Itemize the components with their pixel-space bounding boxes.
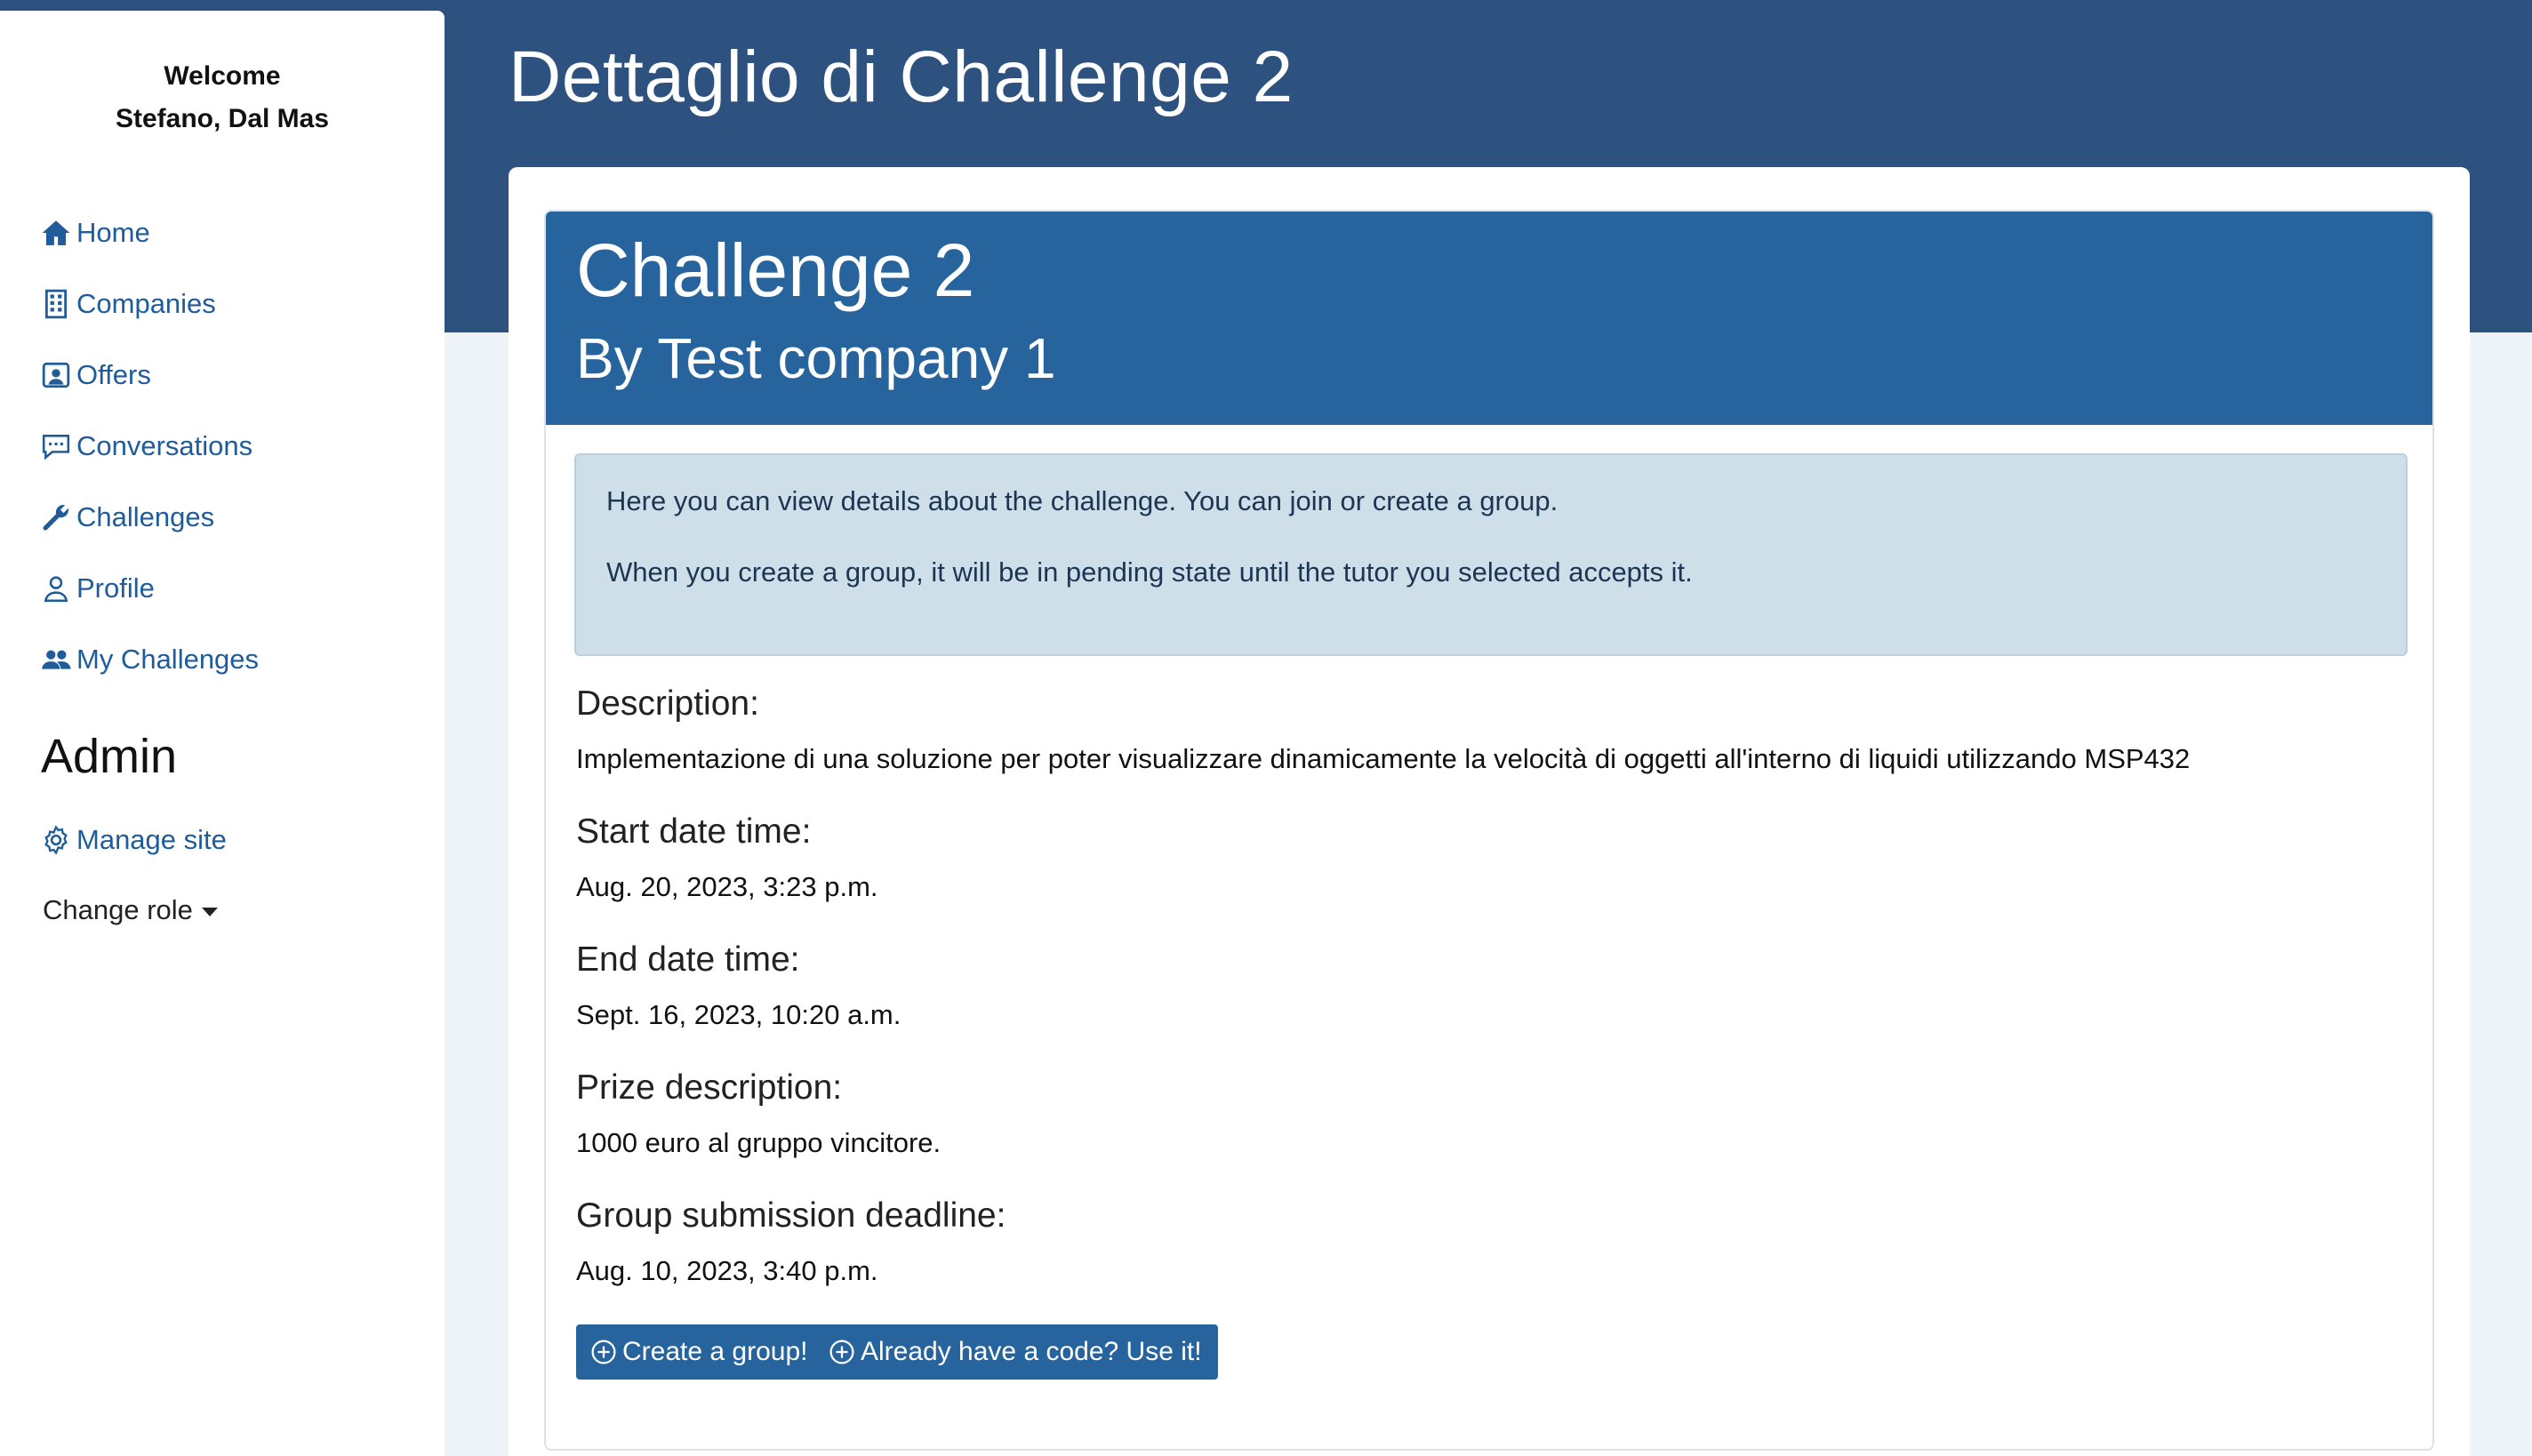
change-role-label: Change role [43, 894, 193, 925]
challenge-company: By Test company 1 [576, 326, 1056, 390]
create-group-label: Create a group! [622, 1337, 808, 1366]
sidebar-item-label: Home [76, 217, 150, 248]
info-text-1: Here you can view details about the chal… [606, 485, 1558, 516]
sidebar-item-label: Challenges [76, 501, 215, 532]
deadline-label: Group submission deadline: [576, 1196, 1006, 1235]
challenge-card: Challenge 2 By Test company 1 Here you c… [544, 210, 2434, 1451]
info-alert: Here you can view details about the chal… [574, 453, 2408, 656]
description-value: Implementazione di una soluzione per pot… [576, 743, 2191, 774]
start-date-label: Start date time: [576, 812, 812, 851]
start-date-value: Aug. 20, 2023, 3:23 p.m. [576, 871, 878, 902]
sidebar-item-label: My Challenges [76, 644, 260, 675]
info-text-2: When you create a group, it will be in p… [606, 556, 1693, 588]
challenge-card-header: Challenge 2 By Test company 1 [546, 212, 2432, 425]
sidebar-item-home[interactable]: Home [41, 197, 259, 268]
sidebar-item-label: Profile [76, 572, 155, 604]
welcome-message: Welcome Stefano, Dal Mas [0, 55, 445, 140]
building-icon [44, 289, 68, 319]
caret-down-icon [201, 908, 218, 916]
page-title: Dettaglio di Challenge 2 [509, 36, 1294, 117]
chat-icon [42, 435, 70, 460]
end-date-value: Sept. 16, 2023, 10:20 a.m. [576, 999, 901, 1030]
deadline-value: Aug. 10, 2023, 3:40 p.m. [576, 1255, 878, 1286]
admin-heading: Admin [41, 730, 178, 783]
sidebar-item-my-challenges[interactable]: My Challenges [41, 624, 259, 695]
change-role-dropdown[interactable]: Change role [43, 894, 218, 926]
description-label: Description: [576, 684, 759, 723]
sidebar-nav: Home Companies Offers Conversations Chal… [41, 197, 259, 695]
sidebar-item-offers[interactable]: Offers [41, 340, 259, 411]
sidebar-item-label: Offers [76, 359, 151, 390]
plus-circle-icon [591, 1340, 616, 1364]
wrench-icon [43, 504, 69, 531]
sidebar-item-companies[interactable]: Companies [41, 268, 259, 340]
person-icon [44, 576, 68, 603]
sidebar-item-challenges[interactable]: Challenges [41, 482, 259, 553]
prize-label: Prize description: [576, 1068, 843, 1107]
sidebar-item-profile[interactable]: Profile [41, 553, 259, 624]
use-code-label: Already have a code? Use it! [861, 1337, 1202, 1366]
use-code-button[interactable]: Already have a code? Use it! [814, 1324, 1218, 1380]
home-icon [42, 220, 70, 245]
user-name: Stefano, Dal Mas [115, 104, 330, 133]
sidebar-item-label: Companies [76, 288, 216, 319]
sidebar-item-label: Manage site [76, 824, 227, 855]
gear-icon [44, 825, 68, 855]
sidebar: Welcome Stefano, Dal Mas Home Companies … [0, 11, 445, 1456]
sidebar-item-conversations[interactable]: Conversations [41, 411, 259, 482]
sidebar-item-manage-site[interactable]: Manage site [41, 804, 227, 876]
challenge-title: Challenge 2 [576, 228, 975, 312]
end-date-label: End date time: [576, 940, 800, 979]
welcome-label: Welcome [164, 61, 281, 91]
prize-value: 1000 euro al gruppo vincitore. [576, 1127, 941, 1158]
people-icon [42, 650, 71, 669]
create-group-button[interactable]: Create a group! [576, 1324, 824, 1380]
person-badge-icon [42, 362, 70, 388]
plus-circle-icon [829, 1340, 854, 1364]
sidebar-item-label: Conversations [76, 430, 253, 461]
